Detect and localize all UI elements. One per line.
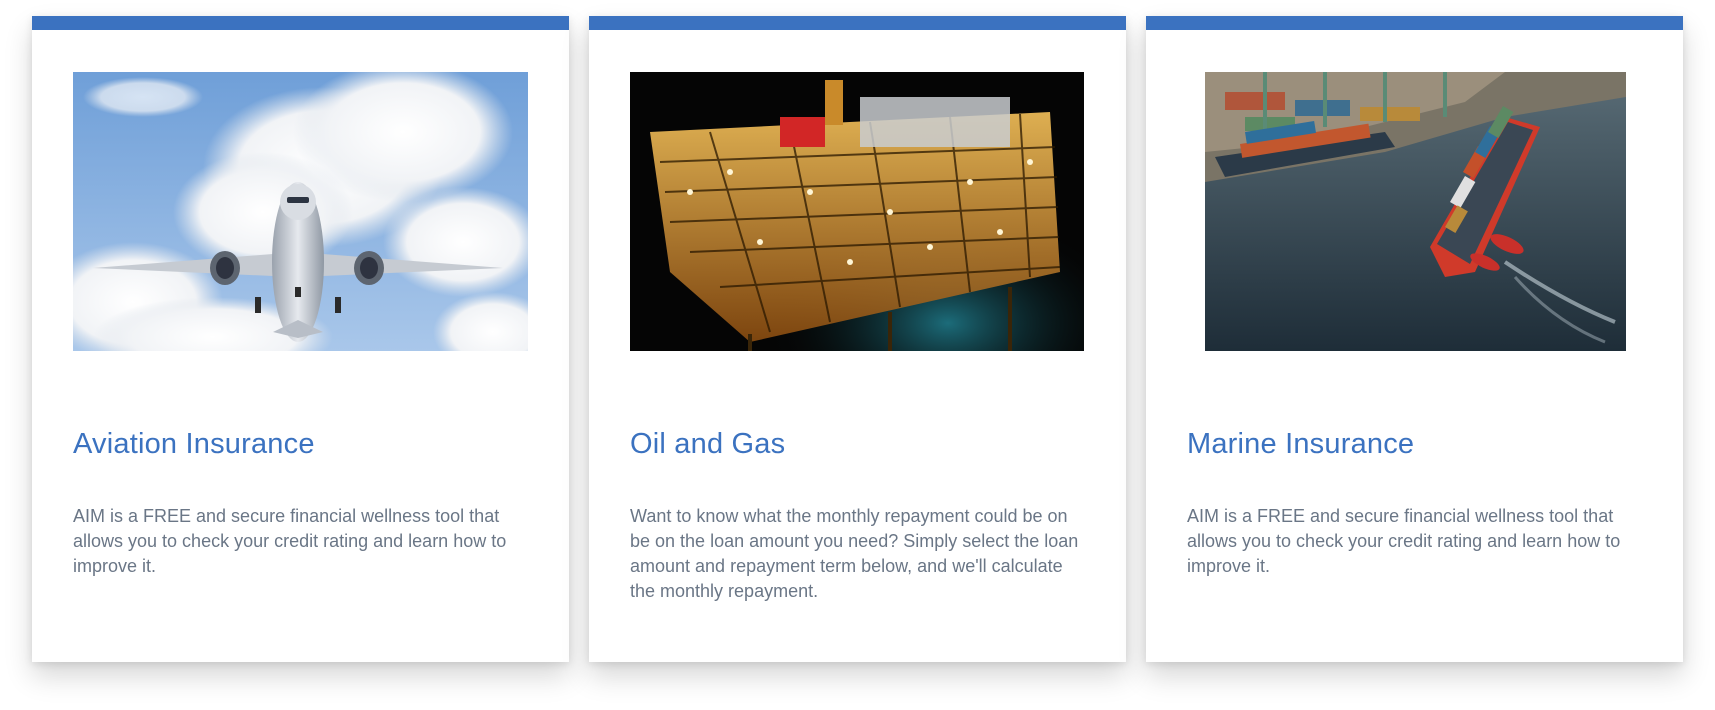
card-aviation-insurance[interactable]: Aviation Insurance AIM is a FREE and sec… bbox=[32, 16, 569, 662]
aviation-image bbox=[73, 72, 528, 351]
card-title[interactable]: Marine Insurance bbox=[1187, 428, 1414, 461]
oil-gas-image bbox=[630, 72, 1084, 351]
card-title[interactable]: Aviation Insurance bbox=[73, 428, 315, 461]
card-description: AIM is a FREE and secure financial welln… bbox=[73, 506, 507, 576]
card-marine-insurance[interactable]: Marine Insurance AIM is a FREE and secur… bbox=[1146, 16, 1683, 662]
card-title[interactable]: Oil and Gas bbox=[630, 428, 785, 461]
offshore-oil-rig-night-photo bbox=[630, 72, 1084, 351]
card-description: Want to know what the monthly repayment … bbox=[630, 506, 1079, 601]
card-description: AIM is a FREE and secure financial welln… bbox=[1187, 506, 1621, 576]
airplane-in-clouds-photo bbox=[73, 72, 528, 351]
insurance-cards-section: Aviation Insurance AIM is a FREE and sec… bbox=[0, 0, 1715, 710]
marine-image bbox=[1205, 72, 1626, 351]
card-oil-and-gas[interactable]: Oil and Gas Want to know what the monthl… bbox=[589, 16, 1126, 662]
container-ship-port-photo bbox=[1205, 72, 1626, 351]
